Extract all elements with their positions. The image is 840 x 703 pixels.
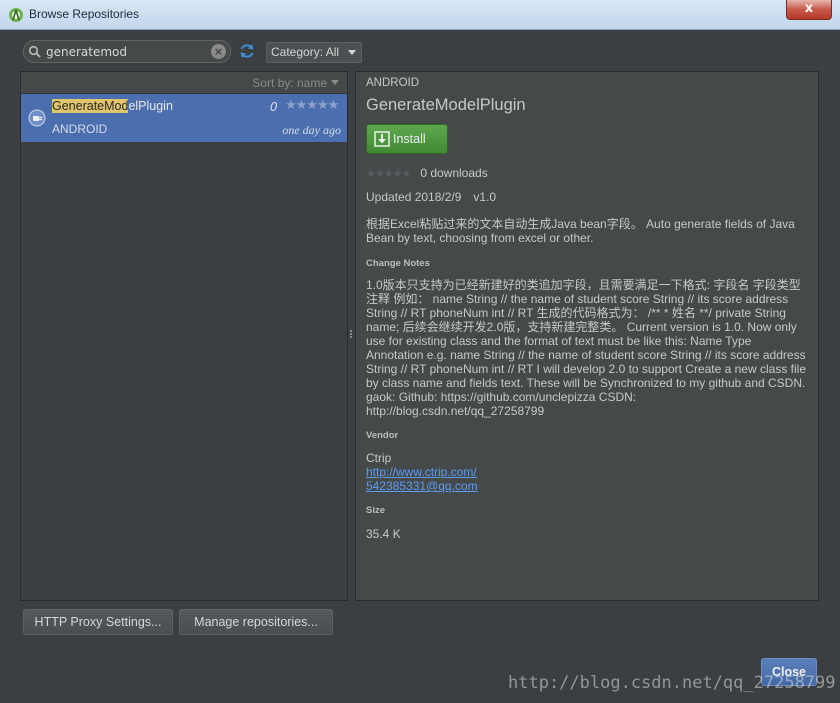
rating-row: ★★★★★ 0 downloads [366,166,488,180]
window-title-bar: Browse Repositories x [0,0,840,30]
sort-bar: Sort by: name [21,72,347,94]
details-category: ANDROID [366,77,420,89]
download-icon [374,131,390,147]
sort-by-label: Sort by: name [252,76,327,90]
sort-by-dropdown[interactable]: Sort by: name [252,76,339,90]
category-dropdown-value: Category: All [271,45,340,59]
vendor-name: Ctrip [366,451,392,465]
watermark: http://blog.csdn.net/qq_27258799 [508,673,836,693]
plugin-name: GenerateModelPlugin [52,99,173,113]
rating-stars: ★★★★★ [285,98,339,113]
search-input[interactable] [46,43,206,60]
clear-search-icon[interactable]: × [211,44,226,59]
rating-stars: ★★★★★ [366,168,411,180]
change-notes-heading: Change Notes [366,258,430,269]
list-item[interactable]: GenerateModelPlugin ANDROID 0 ★★★★★ one … [21,94,347,142]
manage-repositories-button[interactable]: Manage repositories... [179,609,333,635]
plugin-name-rest: elPlugin [128,99,173,113]
plugin-version: v1.0 [473,190,497,204]
install-button-label: Install [393,132,426,146]
window-close-button[interactable]: x [786,0,832,20]
install-button[interactable]: Install [366,124,448,154]
search-icon [28,45,41,58]
size-heading: Size [366,505,386,516]
refresh-icon[interactable] [238,42,256,60]
search-match-highlight: GenerateMod [52,99,129,113]
plugin-icon [28,109,46,127]
android-studio-icon [9,8,23,22]
plugin-size: 35.4 K [366,527,401,541]
vendor-email-link[interactable]: 542385331@qq.com [366,479,478,493]
plugin-list-panel: Sort by: name GenerateModelPlugin ANDROI… [20,71,348,601]
http-proxy-settings-button[interactable]: HTTP Proxy Settings... [23,609,173,635]
plugin-description: 根据Excel粘贴过来的文本自动生成Java bean字段。 Auto gene… [366,217,795,245]
chevron-down-icon [348,50,356,55]
updated-date: Updated 2018/2/9 [366,190,462,204]
download-count: 0 [270,100,278,114]
updated-row: Updated 2018/2/9 v1.0 [366,190,496,204]
search-field[interactable]: × [23,40,231,63]
downloads-count: 0 downloads [420,166,488,180]
vendor-heading: Vendor [366,430,399,441]
details-plugin-name: GenerateModelPlugin [366,96,526,114]
change-notes-text: 1.0版本只支持为已经新建好的类追加字段，且需要满足一下格式: 字段名 字段类型… [366,278,806,418]
window-title: Browse Repositories [29,7,140,21]
plugin-category: ANDROID [52,122,108,136]
chevron-down-icon [331,80,339,85]
plugin-details-panel: ANDROID GenerateModelPlugin Install ★★★★… [355,71,819,601]
panel-splitter-handle[interactable] [349,329,353,343]
updated-date: one day ago [282,123,341,137]
category-dropdown[interactable]: Category: All [266,42,362,63]
vendor-url-link[interactable]: http://www.ctrip.com/ [366,465,477,479]
